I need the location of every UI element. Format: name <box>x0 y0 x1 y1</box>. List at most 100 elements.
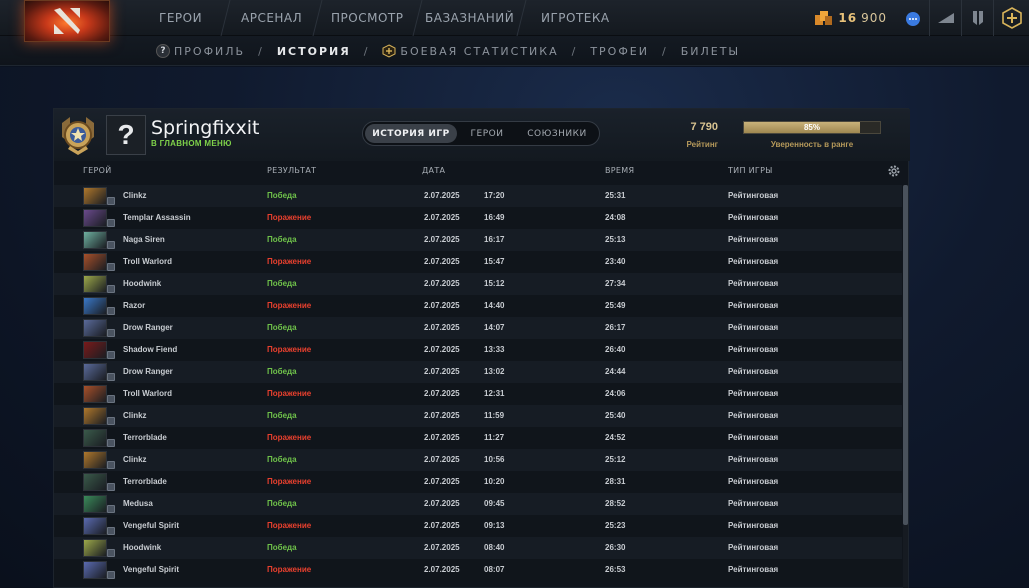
subnav-profile[interactable]: ? ПРОФИЛЬ <box>156 44 245 58</box>
subnav-separator: / <box>571 44 578 58</box>
match-date: 2.07.2025 <box>424 389 460 398</box>
match-result: Победа <box>267 279 297 288</box>
match-type: Рейтинговая <box>728 455 779 464</box>
scrollbar-thumb[interactable] <box>903 185 908 525</box>
match-type: Рейтинговая <box>728 543 779 552</box>
subnav-stats[interactable]: БОЕВАЯ СТАТИСТИКА <box>382 44 558 58</box>
match-type: Рейтинговая <box>728 279 779 288</box>
table-row[interactable]: Troll Warlord Поражение 2.07.2025 15:47 23:4… <box>54 251 902 273</box>
profile-subnav: ? ПРОФИЛЬ / ИСТОРИЯ / БОЕВАЯ СТАТИСТИКА … <box>0 36 1029 66</box>
nav-tab-arsenal[interactable]: АРСЕНАЛ <box>221 0 323 36</box>
hero-name: Razor <box>123 301 146 310</box>
match-type: Рейтинговая <box>728 191 779 200</box>
table-row[interactable]: Hoodwink Победа 2.07.2025 08:40 26:30 Рейтинг… <box>54 537 902 559</box>
table-row[interactable]: Shadow Fiend Поражение 2.07.2025 13:33 26:40… <box>54 339 902 361</box>
hero-role-icon <box>107 373 115 381</box>
match-duration: 25:23 <box>605 521 626 530</box>
mail-button[interactable] <box>929 0 961 36</box>
match-duration: 27:34 <box>605 279 626 288</box>
hero-name: Clinkz <box>123 455 147 464</box>
match-date: 2.07.2025 <box>424 191 460 200</box>
table-row[interactable]: Terrorblade Поражение 2.07.2025 10:20 28:31 Р… <box>54 471 902 493</box>
armory-button[interactable] <box>961 0 993 36</box>
match-result: Поражение <box>267 257 312 266</box>
match-date: 2.07.2025 <box>424 521 460 530</box>
hero-role-icon <box>107 527 115 535</box>
table-row[interactable]: Clinkz Победа 2.07.2025 10:56 25:12 Рейтингов… <box>54 449 902 471</box>
match-date: 2.07.2025 <box>424 257 460 266</box>
match-time: 10:56 <box>484 455 505 464</box>
top-bar: ГЕРОИ АРСЕНАЛ ПРОСМОТР БАЗАЗНАНИЙ ИГРОТЕ… <box>0 0 1029 42</box>
table-row[interactable]: Naga Siren Победа 2.07.2025 16:17 25:13 Рейти… <box>54 229 902 251</box>
avatar[interactable]: ? <box>106 115 146 155</box>
nav-tab-knowledge[interactable]: БАЗАЗНАНИЙ <box>413 0 527 36</box>
column-header-result[interactable]: РЕЗУЛЬТАТ <box>267 166 316 175</box>
match-result: Победа <box>267 191 297 200</box>
hero-name: Troll Warlord <box>123 389 173 398</box>
table-row[interactable]: Clinkz Победа 2.07.2025 11:59 25:40 Рейтингов… <box>54 405 902 427</box>
match-date: 2.07.2025 <box>424 301 460 310</box>
match-type: Рейтинговая <box>728 433 779 442</box>
match-result: Поражение <box>267 389 312 398</box>
match-time: 09:13 <box>484 521 505 530</box>
segment-heroes[interactable]: ГЕРОИ <box>457 124 517 143</box>
hero-name: Shadow Fiend <box>123 345 178 354</box>
scrollbar-track[interactable] <box>903 185 908 588</box>
table-row[interactable]: Drow Ranger Победа 2.07.2025 13:02 24:44 Рейт… <box>54 361 902 383</box>
shards-counter[interactable]: 16 900 <box>814 10 887 26</box>
shards-amount-b: 900 <box>861 11 887 25</box>
chat-button[interactable] <box>897 0 929 36</box>
hero-name: Drow Ranger <box>123 323 173 332</box>
subnav-separator: / <box>258 44 264 58</box>
match-date: 2.07.2025 <box>424 455 460 464</box>
table-row[interactable]: Razor Поражение 2.07.2025 14:40 25:49 Рейтинг… <box>54 295 902 317</box>
nav-tab-heroes[interactable]: ГЕРОИ <box>131 0 231 36</box>
match-result: Поражение <box>267 477 312 486</box>
match-type: Рейтинговая <box>728 389 779 398</box>
column-header-type[interactable]: ТИП ИГРЫ <box>728 166 773 175</box>
column-header-hero[interactable]: ГЕРОЙ <box>83 166 112 175</box>
table-row[interactable]: Drow Ranger Победа 2.07.2025 14:07 26:17 Рейт… <box>54 317 902 339</box>
column-header-duration[interactable]: ВРЕМЯ <box>605 166 634 175</box>
nav-tab-watch[interactable]: ПРОСМОТР <box>313 0 423 36</box>
match-type: Рейтинговая <box>728 565 779 574</box>
segment-match-history[interactable]: ИСТОРИЯ ИГР <box>365 124 457 143</box>
match-date: 2.07.2025 <box>424 213 460 222</box>
question-badge-icon: ? <box>156 44 170 58</box>
segment-allies[interactable]: СОЮЗНИКИ <box>517 124 597 143</box>
hero-role-icon <box>107 395 115 403</box>
hero-name: Hoodwink <box>123 279 162 288</box>
hero-portrait <box>83 429 107 447</box>
table-row[interactable]: Vengeful Spirit Поражение 2.07.2025 09:13 25… <box>54 515 902 537</box>
table-row[interactable]: Templar Assassin Поражение 2.07.2025 16:49 2… <box>54 207 902 229</box>
match-time: 14:40 <box>484 301 505 310</box>
subnav-history[interactable]: ИСТОРИЯ <box>277 45 351 58</box>
dota-logo-button[interactable] <box>24 0 110 42</box>
profile-header: ? Springfixxit В ГЛАВНОМ МЕНЮ ИСТОРИЯ ИГ… <box>54 109 910 161</box>
subnav-separator: / <box>662 44 668 58</box>
nav-tab-arcade[interactable]: ИГРОТЕКА <box>518 0 633 36</box>
hero-portrait <box>83 495 107 513</box>
match-result: Победа <box>267 367 297 376</box>
table-row[interactable]: Troll Warlord Поражение 2.07.2025 12:31 24:0… <box>54 383 902 405</box>
table-row[interactable]: Vengeful Spirit Поражение 2.07.2025 08:07 26… <box>54 559 902 581</box>
table-row[interactable]: Clinkz Победа 2.07.2025 17:20 25:31 Рейтингов… <box>54 185 902 207</box>
subnav-tickets[interactable]: БИЛЕТЫ <box>681 45 740 58</box>
column-header-date[interactable]: ДАТА <box>422 166 445 175</box>
hero-portrait <box>83 341 107 359</box>
match-time: 17:20 <box>484 191 505 200</box>
match-result: Поражение <box>267 433 312 442</box>
subnav-trophies[interactable]: ТРОФЕИ <box>590 45 649 58</box>
table-row[interactable]: Terrorblade Поражение 2.07.2025 11:27 24:52 Р… <box>54 427 902 449</box>
table-row[interactable]: Hoodwink Победа 2.07.2025 15:12 27:34 Рейтинг… <box>54 273 902 295</box>
match-date: 2.07.2025 <box>424 279 460 288</box>
plus-button[interactable] <box>993 0 1029 36</box>
match-time: 16:49 <box>484 213 505 222</box>
hero-name: Terrorblade <box>123 477 167 486</box>
table-row[interactable]: Medusa Победа 2.07.2025 09:45 28:52 Рейтингов… <box>54 493 902 515</box>
mail-icon <box>937 13 954 23</box>
match-result: Победа <box>267 411 297 420</box>
gear-icon[interactable] <box>887 164 901 178</box>
match-type: Рейтинговая <box>728 257 779 266</box>
hero-portrait <box>83 187 107 205</box>
